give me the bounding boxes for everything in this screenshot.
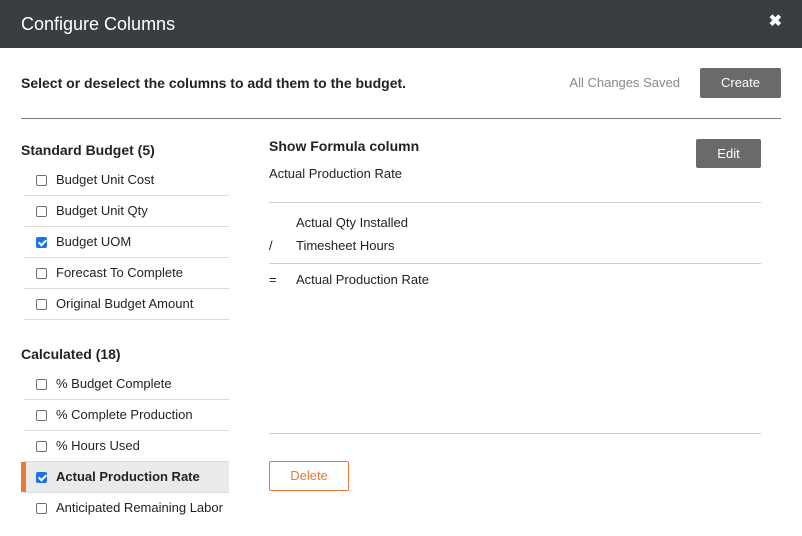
delete-button[interactable]: Delete: [269, 461, 349, 491]
calculated-heading: Calculated (18): [21, 346, 121, 362]
formula-operator: /: [269, 238, 273, 253]
column-option-label: Forecast To Complete: [56, 265, 183, 280]
column-option-label: Anticipated Remaining Labor: [56, 500, 223, 515]
divider: [269, 263, 761, 264]
column-option-label: Actual Production Rate: [56, 469, 200, 484]
column-option[interactable]: Forecast To Complete: [24, 258, 229, 289]
column-option[interactable]: Anticipated Remaining Labor: [24, 493, 229, 524]
checkbox[interactable]: [36, 379, 47, 390]
column-option-label: Budget UOM: [56, 234, 132, 249]
column-option-label: Original Budget Amount: [56, 296, 194, 311]
checkbox[interactable]: [36, 472, 47, 483]
column-option-label: % Budget Complete: [56, 376, 172, 391]
save-status: All Changes Saved: [569, 75, 680, 90]
column-option[interactable]: % Complete Production: [24, 400, 229, 431]
formula-operator: =: [269, 272, 277, 287]
dialog-title: Configure Columns: [21, 14, 176, 34]
column-option[interactable]: Original Budget Amount: [24, 289, 229, 320]
formula-heading: Show Formula column: [269, 138, 420, 154]
checkbox[interactable]: [36, 503, 47, 514]
column-option[interactable]: Budget Unit Qty: [24, 196, 229, 227]
formula-operand: Actual Qty Installed: [296, 215, 408, 230]
dialog-header: Configure Columns ✖: [0, 0, 802, 48]
divider: [269, 433, 761, 434]
formula-result: Actual Production Rate: [296, 272, 429, 287]
column-option-label: Budget Unit Cost: [56, 172, 155, 187]
checkbox[interactable]: [36, 268, 47, 279]
edit-button[interactable]: Edit: [696, 139, 761, 168]
calculated-list: % Budget Complete % Complete Production …: [21, 369, 229, 524]
column-option[interactable]: Budget Unit Cost: [24, 165, 229, 196]
column-option[interactable]: Budget UOM: [24, 227, 229, 258]
close-icon[interactable]: ✖: [769, 12, 782, 32]
column-option-label: % Hours Used: [56, 438, 140, 453]
checkbox[interactable]: [36, 175, 47, 186]
formula-operand: Timesheet Hours: [296, 238, 395, 253]
column-option-label: Budget Unit Qty: [56, 203, 148, 218]
checkbox[interactable]: [36, 441, 47, 452]
divider: [269, 202, 761, 203]
divider: [21, 118, 781, 119]
checkbox[interactable]: [36, 299, 47, 310]
standard-budget-heading: Standard Budget (5): [21, 142, 155, 158]
column-option[interactable]: % Budget Complete: [24, 369, 229, 400]
column-option-label: % Complete Production: [56, 407, 193, 422]
checkbox[interactable]: [36, 206, 47, 217]
checkbox[interactable]: [36, 237, 47, 248]
instruction-text: Select or deselect the columns to add th…: [21, 75, 407, 91]
standard-budget-list: Budget Unit Cost Budget Unit Qty Budget …: [24, 165, 229, 320]
column-option[interactable]: % Hours Used: [24, 431, 229, 462]
checkbox[interactable]: [36, 410, 47, 421]
formula-column-name: Actual Production Rate: [269, 166, 402, 181]
create-button[interactable]: Create: [700, 68, 781, 98]
column-option-selected[interactable]: Actual Production Rate: [21, 462, 229, 493]
